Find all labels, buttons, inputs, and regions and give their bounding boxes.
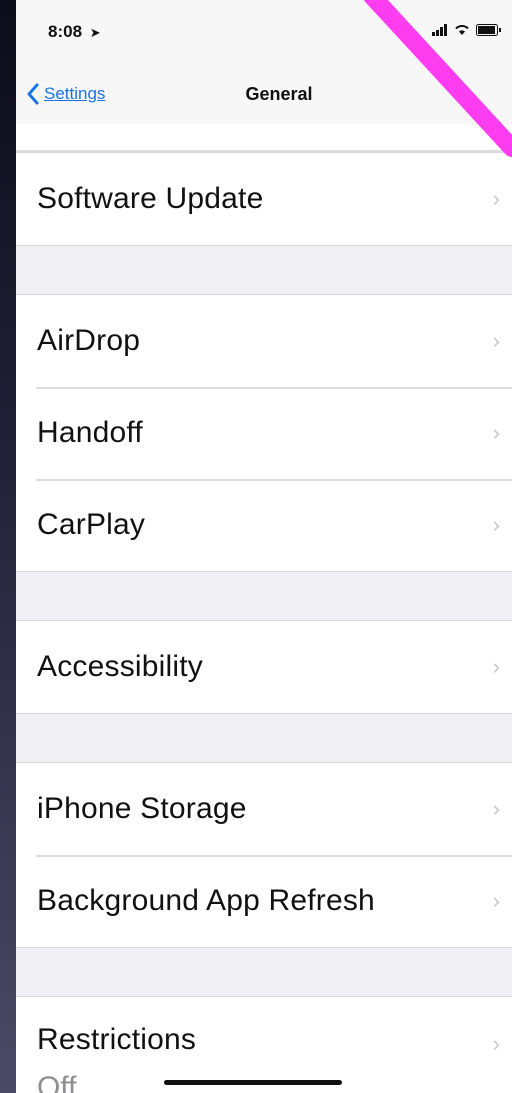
status-indicators (432, 24, 502, 36)
settings-row-carplay[interactable]: CarPlay › (16, 479, 512, 571)
row-label: CarPlay (37, 508, 146, 541)
row-value: Off (37, 1071, 77, 1093)
settings-row-restrictions[interactable]: Restrictions Off › (16, 997, 512, 1093)
row-label: Handoff (37, 416, 143, 449)
chevron-right-icon: › (492, 888, 500, 913)
home-indicator[interactable] (164, 1080, 342, 1085)
settings-group-connectivity: AirDrop › Handoff › CarPlay › (16, 294, 512, 572)
chevron-right-icon: › (492, 512, 500, 537)
row-label: Background App Refresh (37, 884, 375, 917)
chevron-right-icon: › (492, 420, 500, 445)
settings-group-restrictions: Restrictions Off › (16, 996, 512, 1093)
settings-row-accessibility[interactable]: Accessibility › (16, 621, 512, 713)
chevron-right-icon: › (492, 328, 500, 353)
settings-row-airdrop[interactable]: AirDrop › (16, 295, 512, 387)
navigation-bar: Settings General (16, 66, 512, 124)
settings-row-background-app-refresh[interactable]: Background App Refresh › (16, 855, 512, 947)
row-label: Accessibility (37, 650, 203, 683)
row-label: iPhone Storage (37, 792, 247, 825)
chevron-right-icon: › (492, 1031, 500, 1056)
battery-icon (476, 24, 501, 36)
row-label: Software Update (37, 182, 264, 215)
wifi-icon (455, 25, 469, 35)
status-bar: 8:08 ➤ (16, 0, 512, 66)
chevron-right-icon: › (492, 186, 500, 211)
chevron-right-icon: › (492, 796, 500, 821)
settings-row-iphone-storage[interactable]: iPhone Storage › (16, 763, 512, 855)
settings-list: Software Update › AirDrop › Handoff › Ca… (16, 124, 512, 1093)
row-label: AirDrop (37, 324, 141, 357)
chevron-right-icon: › (492, 654, 500, 679)
device-frame: 8:08 ➤ Settings General Software Update … (0, 0, 512, 1093)
settings-screen: 8:08 ➤ Settings General Software Update … (16, 0, 512, 1093)
row-label: Restrictions (37, 1023, 197, 1056)
settings-row-handoff[interactable]: Handoff › (16, 387, 512, 479)
status-time: 8:08 ➤ (48, 22, 101, 42)
previous-row-stub (16, 124, 512, 152)
signal-bars-icon (432, 24, 447, 36)
page-title: General (245, 84, 313, 104)
settings-group-accessibility: Accessibility › (16, 620, 512, 714)
settings-group-storage: iPhone Storage › Background App Refresh … (16, 762, 512, 948)
status-time-label: 8:08 (48, 22, 83, 41)
settings-group-software: Software Update › (16, 152, 512, 246)
location-arrow-icon: ➤ (89, 25, 101, 40)
settings-row-software-update[interactable]: Software Update › (16, 153, 512, 245)
